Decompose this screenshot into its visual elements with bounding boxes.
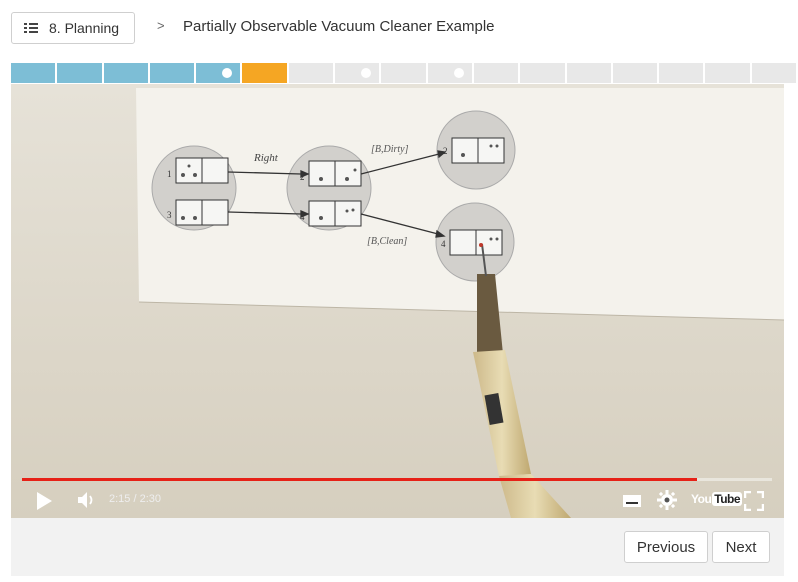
action-label: Right: [253, 152, 279, 164]
youtube-logo-text: You: [691, 492, 712, 506]
progress-segment[interactable]: [427, 63, 474, 83]
video-seek-progress: [22, 478, 697, 481]
state-label: 1: [167, 169, 172, 179]
progress-segment[interactable]: [612, 63, 660, 83]
progress-marker: [453, 68, 464, 78]
progress-segment[interactable]: [705, 63, 752, 83]
progress-segment[interactable]: [473, 63, 521, 83]
state-label: 2: [443, 146, 448, 156]
progress-segment[interactable]: [751, 63, 798, 83]
state-label: 3: [167, 210, 172, 220]
progress-segment[interactable]: [57, 63, 104, 83]
progress-segment[interactable]: [335, 63, 382, 83]
progress-segment[interactable]: [288, 63, 336, 83]
page-title: Partially Observable Vacuum Cleaner Exam…: [183, 18, 495, 35]
settings-gear-icon[interactable]: [657, 490, 677, 510]
captions-icon[interactable]: [623, 494, 641, 508]
play-icon[interactable]: [37, 492, 52, 510]
percept-label-clean: [B,Clean]: [367, 236, 407, 247]
breadcrumb-separator: >: [157, 18, 165, 33]
video-player[interactable]: 1 3 2 4 2 4: [11, 84, 784, 518]
video-frame: 1 3 2 4 2 4: [11, 84, 784, 518]
youtube-logo[interactable]: You Tube: [691, 492, 743, 506]
list-icon: [24, 22, 38, 34]
lesson-progress-bar: [11, 63, 798, 83]
progress-segment[interactable]: [566, 63, 613, 83]
fullscreen-icon[interactable]: [744, 491, 764, 511]
lesson-navigation-footer: Previous Next: [11, 518, 784, 576]
lesson-label: 8. Planning: [49, 20, 120, 36]
progress-segment[interactable]: [149, 63, 197, 83]
previous-button[interactable]: Previous: [624, 531, 708, 563]
lesson-menu-button[interactable]: 8. Planning: [11, 12, 135, 44]
youtube-logo-tube: Tube: [712, 492, 743, 506]
video-seek-bar[interactable]: [22, 478, 772, 481]
progress-segment[interactable]: [242, 63, 289, 83]
video-time: 2:15 / 2:30: [109, 493, 161, 505]
next-button[interactable]: Next: [712, 531, 770, 563]
percept-label-dirty: [B,Dirty]: [371, 144, 409, 155]
progress-segment[interactable]: [11, 63, 58, 83]
volume-icon[interactable]: [77, 491, 97, 509]
progress-marker: [222, 68, 233, 78]
progress-segment[interactable]: [103, 63, 150, 83]
progress-segment[interactable]: [659, 63, 706, 83]
state-label: 4: [441, 239, 446, 249]
progress-segment[interactable]: [520, 63, 567, 83]
progress-segment[interactable]: [196, 63, 243, 83]
progress-segment[interactable]: [381, 63, 428, 83]
progress-marker: [361, 68, 372, 78]
